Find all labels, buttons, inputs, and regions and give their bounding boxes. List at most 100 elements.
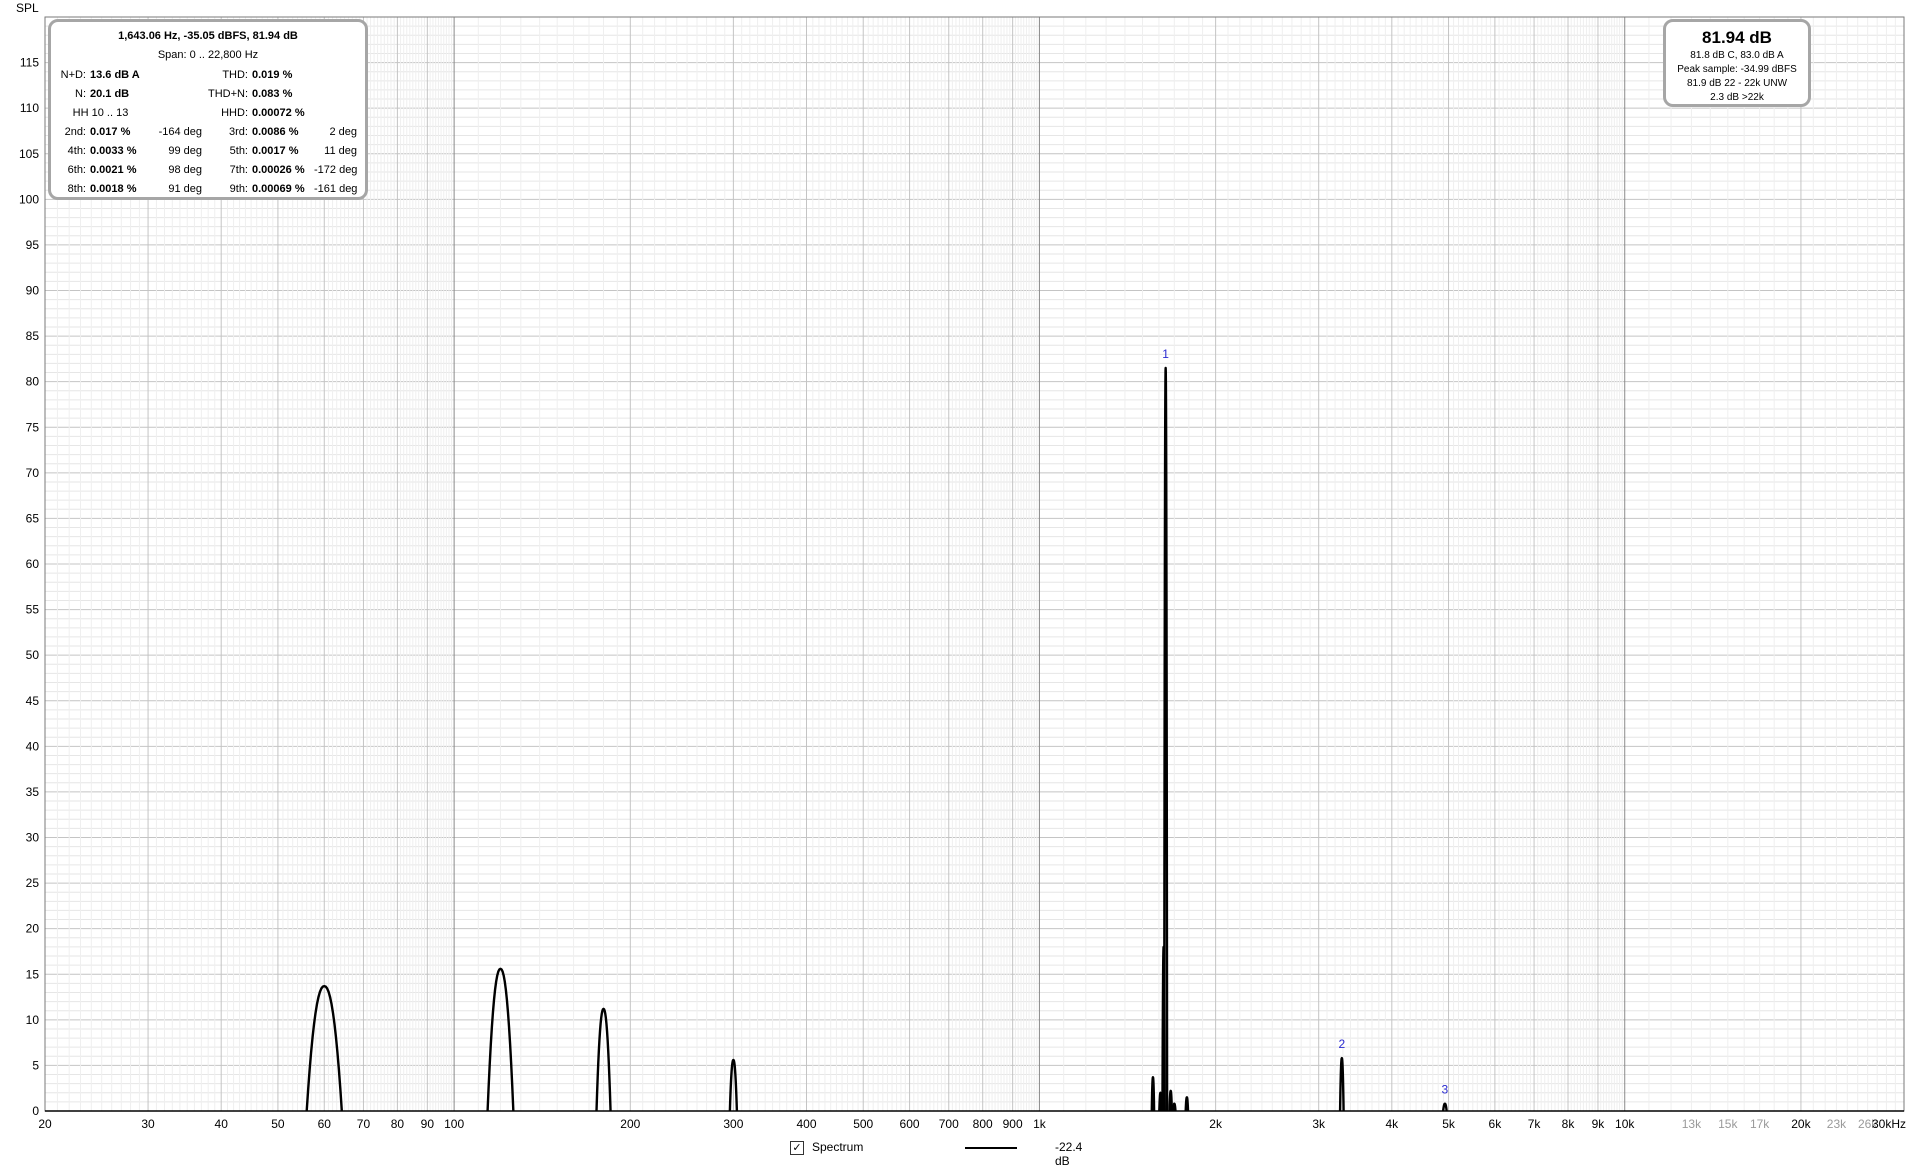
table-row: HH 10 .. 13 HHD: 0.00072 % [57, 103, 359, 122]
x-tick-label: 80 [391, 1117, 405, 1131]
harmonic-label: 6th: [67, 163, 86, 176]
x-tick-label: 50 [271, 1117, 285, 1131]
x-tick-label: 20k [1791, 1117, 1811, 1131]
x-tick-label: 100 [444, 1117, 464, 1131]
harmonic-value: 0.017 % [90, 125, 131, 138]
y-tick-label: 80 [26, 375, 40, 389]
harmonic-phase: -164 deg [158, 125, 202, 138]
peak-markers: 1 2 3 [1162, 347, 1448, 1097]
unweighted-value: 81.9 dB 22 - 22k UNW [1686, 78, 1788, 89]
x-tick-labels: 20 30 40 50 60 70 80 90 100 200 300 400 500 600 700 800… [38, 1117, 1906, 1131]
peak-marker-label: 1 [1162, 347, 1169, 361]
peak-marker-label: 3 [1442, 1083, 1449, 1097]
y-tick-label: 60 [26, 557, 40, 571]
spectrum-checkbox[interactable]: ✓ [790, 1141, 804, 1155]
y-tick-label: 30 [26, 831, 40, 845]
y-tick-label: 70 [26, 466, 40, 480]
legend-line-swatch [965, 1147, 1017, 1149]
nd-label: N+D: [60, 68, 86, 81]
y-tick-labels: 0 5 10 15 20 25 30 35 40 45 50 55 60 65 70 75 80 85 90 95 10… [19, 56, 39, 1118]
x-tick-label: 30 [141, 1117, 155, 1131]
span-text: Span: 0 .. 22,800 Hz [157, 49, 259, 61]
thdn-label: THD+N: [207, 87, 248, 100]
x-tick-label: 13k [1682, 1117, 1702, 1131]
harmonic-phase: 11 deg [324, 144, 357, 157]
y-tick-label: 5 [32, 1058, 39, 1072]
x-tick-label: 9k [1592, 1117, 1606, 1131]
harmonic-label: 4th: [67, 144, 86, 157]
x-tick-label: 15k [1718, 1117, 1738, 1131]
spectrum-peak [1184, 1096, 1190, 1112]
peak-marker-label: 2 [1338, 1037, 1345, 1051]
x-tick-label: 6k [1489, 1117, 1503, 1131]
x-tick-label: 900 [1003, 1117, 1023, 1131]
y-tick-label: 45 [26, 694, 40, 708]
y-tick-label: 0 [32, 1104, 39, 1118]
y-tick-label: 75 [26, 420, 40, 434]
harmonic-value: 0.0018 % [90, 182, 137, 195]
table-row: 4th: 0.0033 % 99 deg 5th: 0.0017 % 11 de… [57, 141, 359, 160]
harmonic-phase: -161 deg [314, 182, 358, 195]
harmonic-value: 0.00026 % [252, 163, 305, 176]
legend-series-value: -22.4 dB [1055, 1140, 1083, 1168]
table-row: N+D: 13.6 dB A THD: 0.019 % [57, 65, 359, 84]
table-row: 2nd: 0.017 % -164 deg 3rd: 0.0086 % 2 de… [57, 122, 359, 141]
x-tick-label: 40 [215, 1117, 229, 1131]
y-tick-label: 85 [26, 329, 40, 343]
nd-value: 13.6 dB A [90, 68, 140, 81]
x-tick-label: 2k [1209, 1117, 1223, 1131]
x-tick-label: 400 [796, 1117, 816, 1131]
spectrum-series [305, 366, 1448, 1112]
y-tick-label: 110 [20, 101, 39, 115]
x-tick-label: 70 [357, 1117, 371, 1131]
thd-label: THD: [222, 68, 248, 81]
y-tick-label: 65 [26, 511, 40, 525]
hhd-value: 0.00072 % [252, 106, 305, 119]
harmonic-phase: 98 deg [168, 163, 202, 176]
harmonic-value: 0.0086 % [252, 125, 299, 138]
x-tick-label: 3k [1312, 1117, 1326, 1131]
spectrum-peak [1150, 1076, 1156, 1112]
y-tick-label: 40 [26, 739, 40, 753]
harmonic-phase: 2 deg [329, 125, 357, 138]
harmonic-label: 3rd: [229, 125, 248, 138]
y-tick-label: 55 [26, 603, 40, 617]
spectrum-peak [1168, 1089, 1174, 1112]
table-row: 6th: 0.0021 % 98 deg 7th: 0.00026 % -172… [57, 160, 359, 179]
spectrum-peak [1162, 366, 1169, 1112]
above-22k-value: 2.3 dB >22k [1710, 92, 1764, 103]
x-tick-label: 90 [421, 1117, 435, 1131]
distortion-panel[interactable]: 1,643.06 Hz, -35.05 dBFS, 81.94 dB Span:… [48, 19, 368, 200]
spl-weighted-values: 81.8 dB C, 83.0 dB A [1690, 50, 1784, 61]
y-tick-label: 95 [26, 238, 40, 252]
distortion-header: 1,643.06 Hz, -35.05 dBFS, 81.94 dB [118, 30, 298, 42]
x-tick-label: 500 [853, 1117, 873, 1131]
x-tick-label: 700 [939, 1117, 959, 1131]
table-row: 8th: 0.0018 % 91 deg 9th: 0.00069 % -161… [57, 179, 359, 198]
y-tick-label: 115 [20, 56, 39, 70]
harmonic-value: 0.0033 % [90, 144, 137, 157]
y-tick-label: 15 [26, 967, 40, 981]
x-tick-label: 5k [1442, 1117, 1456, 1131]
x-tick-label: 23k [1827, 1117, 1847, 1131]
x-tick-label: 200 [620, 1117, 640, 1131]
n-label: N: [75, 87, 86, 100]
table-row: N: 20.1 dB THD+N: 0.083 % [57, 84, 359, 103]
y-tick-label: 50 [26, 648, 40, 662]
harmonic-value: 0.0017 % [252, 144, 299, 157]
hhd-label: HHD: [221, 106, 248, 119]
harmonic-label: 2nd: [64, 125, 86, 138]
x-tick-label: 300 [723, 1117, 743, 1131]
x-tick-label: 1k [1033, 1117, 1047, 1131]
legend-series-name: Spectrum [812, 1140, 864, 1154]
spl-readout-panel[interactable]: 81.94 dB 81.8 dB C, 83.0 dB A Peak sampl… [1663, 19, 1811, 107]
harmonic-value: 0.00069 % [252, 182, 305, 195]
n-value: 20.1 dB [90, 87, 130, 100]
x-tick-label: 4k [1385, 1117, 1399, 1131]
y-tick-label: 35 [26, 785, 40, 799]
x-tick-label: 60 [318, 1117, 332, 1131]
spectrum-peak [1441, 1102, 1448, 1112]
thd-value: 0.019 % [252, 68, 293, 81]
spectrum-peak [1171, 1102, 1177, 1112]
harmonic-phase: -172 deg [314, 163, 358, 176]
